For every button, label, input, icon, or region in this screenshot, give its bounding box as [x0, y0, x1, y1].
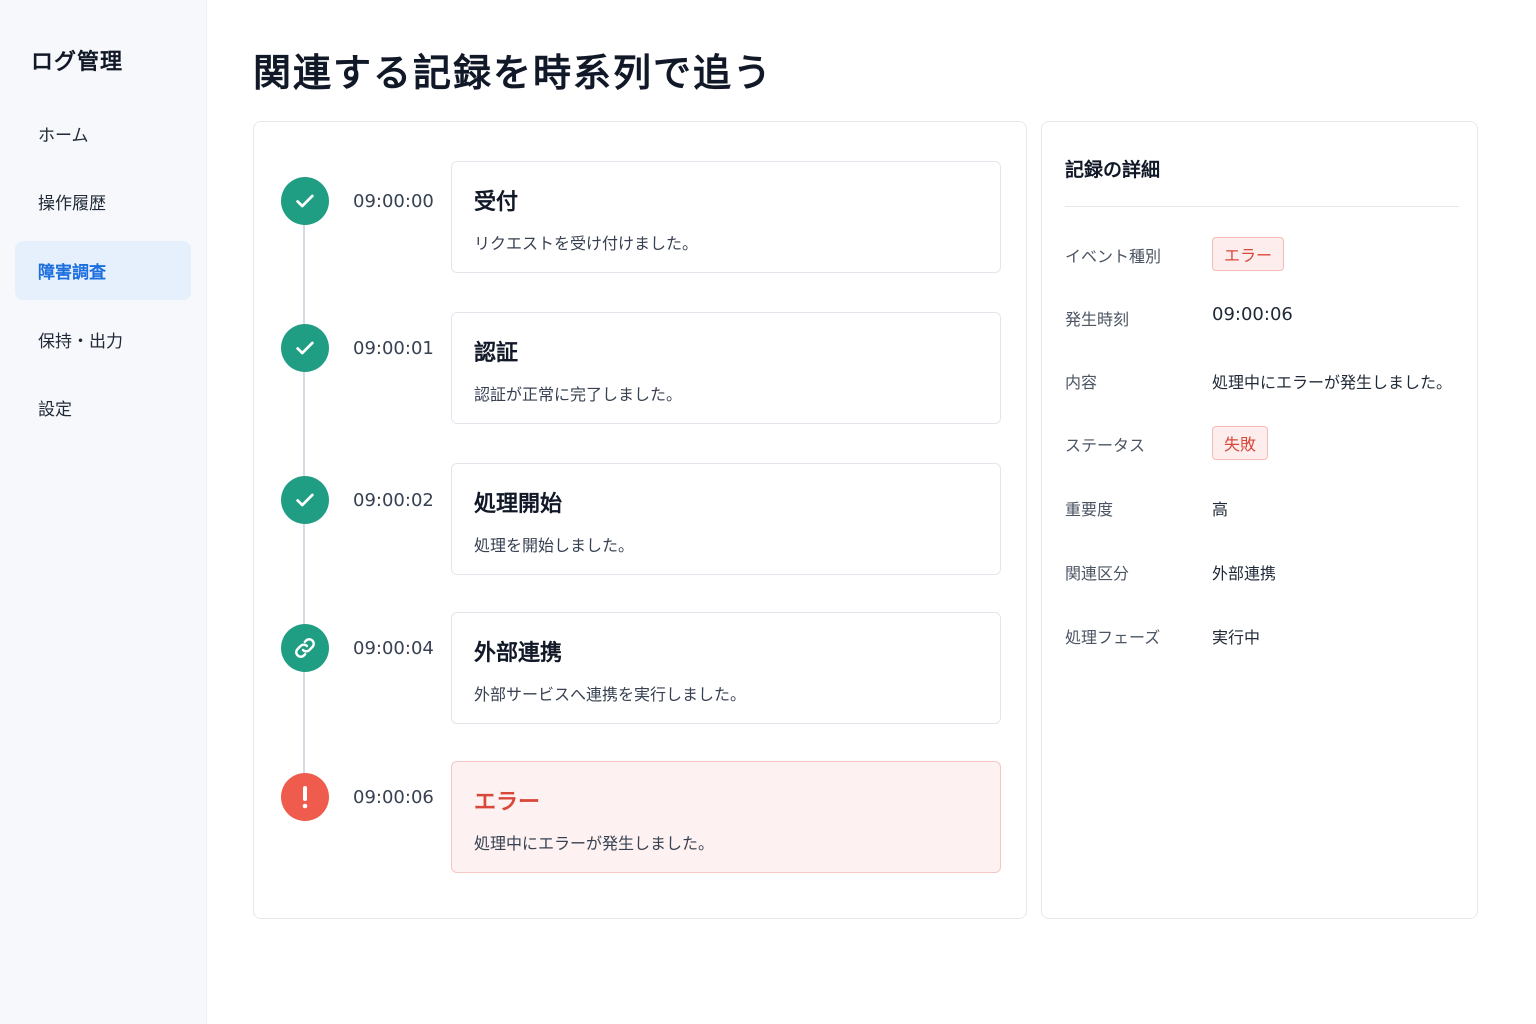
detail-panel: 記録の詳細 イベント種別 エラー 発生時刻 09:00:06 内容 処理中にエラ… [1041, 121, 1478, 919]
link-icon [281, 624, 329, 672]
timeline-event-card[interactable]: 処理開始 処理を開始しました。 [451, 463, 1001, 575]
field-label-category: 関連区分 [1065, 564, 1130, 583]
field-label-status: ステータス [1065, 436, 1146, 455]
event-description: 外部サービスへ連携を実行しました。 [474, 685, 747, 704]
field-label-occurred-at: 発生時刻 [1065, 310, 1130, 329]
event-type-badge: エラー [1212, 237, 1285, 271]
event-time: 09:00:00 [353, 191, 434, 212]
timeline-event-card-error[interactable]: エラー 処理中にエラーが発生しました。 [451, 761, 1001, 873]
exclamation-icon [281, 773, 329, 821]
event-title: 処理開始 [474, 492, 563, 517]
timeline-event-card[interactable]: 認証 認証が正常に完了しました。 [451, 312, 1001, 424]
event-time: 09:00:01 [353, 338, 434, 359]
field-label-phase: 処理フェーズ [1065, 628, 1161, 647]
event-time: 09:00:06 [353, 787, 434, 808]
app-brand: ログ管理 [31, 50, 124, 75]
event-title: 外部連携 [474, 641, 563, 666]
sidebar-item-retention-export[interactable]: 保持・出力 [15, 310, 191, 369]
field-label-content: 内容 [1065, 373, 1098, 392]
field-value-phase: 実行中 [1212, 628, 1261, 647]
detail-title: 記録の詳細 [1065, 159, 1161, 181]
event-title: 認証 [474, 341, 519, 366]
sidebar-item-settings[interactable]: 設定 [15, 378, 191, 437]
status-badge: 失敗 [1212, 426, 1269, 460]
sidebar-item-operation-history[interactable]: 操作履歴 [15, 172, 191, 231]
event-description: 処理を開始しました。 [474, 536, 635, 555]
event-description: 認証が正常に完了しました。 [474, 385, 683, 404]
event-time: 09:00:04 [353, 638, 434, 659]
sidebar-item-incident-investigation[interactable]: 障害調査 [15, 241, 191, 300]
field-label-severity: 重要度 [1065, 500, 1114, 519]
app: ログ管理 ホーム 操作履歴 障害調査 保持・出力 設定 関連する記録を時系列で追… [0, 0, 1536, 1024]
field-label-event-type: イベント種別 [1065, 247, 1162, 266]
event-description: リクエストを受け付けました。 [474, 234, 699, 253]
timeline-event-card[interactable]: 受付 リクエストを受け付けました。 [451, 161, 1001, 273]
event-description: 処理中にエラーが発生しました。 [474, 834, 715, 853]
event-title: エラー [474, 790, 541, 815]
event-title: 受付 [474, 190, 519, 215]
check-icon [281, 324, 329, 372]
field-value-occurred-at: 09:00:06 [1212, 304, 1293, 325]
sidebar-item-home[interactable]: ホーム [15, 104, 191, 163]
sidebar: ログ管理 ホーム 操作履歴 障害調査 保持・出力 設定 [0, 0, 207, 1024]
field-value-severity: 高 [1212, 500, 1229, 519]
field-value-content: 処理中にエラーが発生しました。 [1212, 373, 1453, 392]
field-value-category: 外部連携 [1212, 564, 1277, 583]
timeline-event-card[interactable]: 外部連携 外部サービスへ連携を実行しました。 [451, 612, 1001, 724]
check-icon [281, 476, 329, 524]
detail-divider [1065, 206, 1459, 207]
page-title: 関連する記録を時系列で追う [253, 51, 774, 95]
check-icon [281, 177, 329, 225]
timeline-panel: 09:00:00 受付 リクエストを受け付けました。 09:00:01 認証 認… [253, 121, 1027, 919]
event-time: 09:00:02 [353, 490, 434, 511]
